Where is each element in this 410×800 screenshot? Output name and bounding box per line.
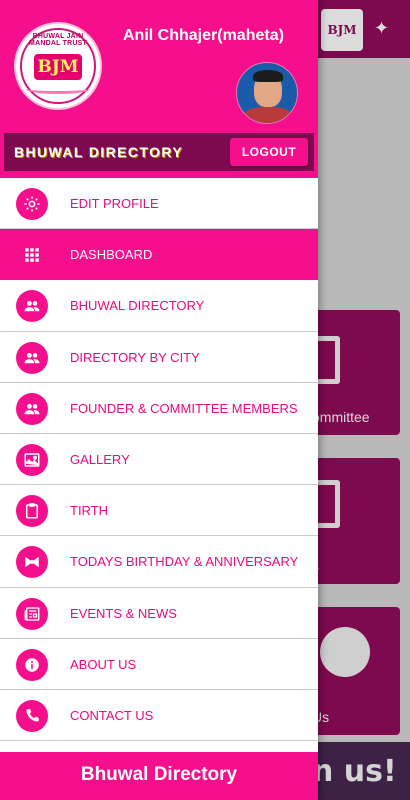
logo-trust-text: BHUWAL JAIN MANDAL TRUST (29, 33, 87, 47)
user-name: Anil Chhajer(maheta) (123, 27, 284, 44)
avatar-body (243, 107, 293, 123)
menu-item-label: ABOUT US (70, 656, 137, 672)
menu-item-label: DASHBOARD (70, 247, 153, 263)
menu-item-founder-committee[interactable]: FOUNDER & COMMITTEE MEMBERS (0, 382, 318, 434)
people-icon (16, 392, 48, 425)
drawer-header: BHUWAL JAIN MANDAL TRUST BJM Anil Chhaje… (0, 0, 318, 178)
menu-item-label: DIRECTORY BY CITY (70, 349, 200, 365)
menu-item-about-us[interactable]: ABOUT US (0, 638, 318, 690)
contact-icon (320, 627, 370, 677)
menu-item-gallery[interactable]: GALLERY (0, 433, 318, 486)
menu-item-label: GALLERY (70, 451, 130, 467)
menu-item-bhuwal-directory[interactable]: BHUWAL DIRECTORY (0, 280, 318, 332)
avatar-hair (253, 70, 283, 82)
people-icon (16, 341, 48, 374)
menu-item-events-news[interactable]: EVENTS & NEWS (0, 587, 318, 639)
menu-item-directory-by-city[interactable]: DIRECTORY BY CITY (0, 331, 318, 383)
menu-item-label: CONTACT US (70, 707, 154, 723)
menu-item-label: BHUWAL DIRECTORY (70, 298, 205, 314)
committee-card-label: ommittee (312, 409, 370, 425)
clipboard-icon (16, 495, 48, 528)
logo-monogram: BJM (34, 54, 82, 80)
grid-icon (16, 239, 48, 271)
logout-button[interactable]: LOGOUT (230, 138, 308, 166)
newspaper-icon (318, 480, 340, 528)
logo-swirl (26, 84, 90, 94)
menu-item-label: EVENTS & NEWS (70, 605, 177, 621)
phone-icon (16, 699, 48, 732)
menu-item-contact-us[interactable]: CONTACT US (0, 689, 318, 742)
menu-item-birthday-anniversary[interactable]: TODAYS BIRTHDAY & ANNIVERSARY (0, 536, 318, 588)
people-icon (16, 290, 48, 323)
directory-bar: BHUWAL DIRECTORY LOGOUT (4, 133, 314, 171)
menu-item-label: EDIT PROFILE (70, 196, 159, 211)
magic-wand-icon[interactable]: ✦ (374, 18, 389, 39)
drawer-menu: EDIT PROFILE DASHBOARD BHUWAL DIRECTORY … (0, 178, 318, 742)
menu-item-label: FOUNDER & COMMITTEE MEMBERS (70, 400, 298, 416)
directory-title: BHUWAL DIRECTORY (14, 144, 184, 160)
navigation-drawer: BHUWAL JAIN MANDAL TRUST BJM Anil Chhaje… (0, 0, 318, 800)
newspaper-icon (16, 597, 48, 630)
avatar[interactable] (236, 62, 298, 124)
calendar-icon (318, 336, 340, 384)
menu-item-tirth[interactable]: TIRTH (0, 485, 318, 537)
bjm-logo: BHUWAL JAIN MANDAL TRUST BJM (14, 22, 102, 110)
menu-item-label: TIRTH (70, 503, 109, 519)
join-banner[interactable]: n us! (312, 742, 410, 800)
menu-item-dashboard[interactable]: DASHBOARD (0, 229, 318, 281)
gear-icon (16, 188, 48, 220)
menu-item-label: TODAYS BIRTHDAY & ANNIVERSARY (70, 554, 299, 570)
image-icon (16, 443, 48, 476)
app-logo-text: BJM (327, 23, 357, 37)
bow-icon (16, 546, 48, 579)
menu-item-edit-profile[interactable]: EDIT PROFILE (0, 178, 318, 230)
app-logo: BJM (321, 9, 363, 51)
info-icon (16, 648, 48, 681)
join-banner-text: n us! (312, 754, 397, 789)
drawer-footer-title: Bhuwal Directory (0, 752, 318, 800)
